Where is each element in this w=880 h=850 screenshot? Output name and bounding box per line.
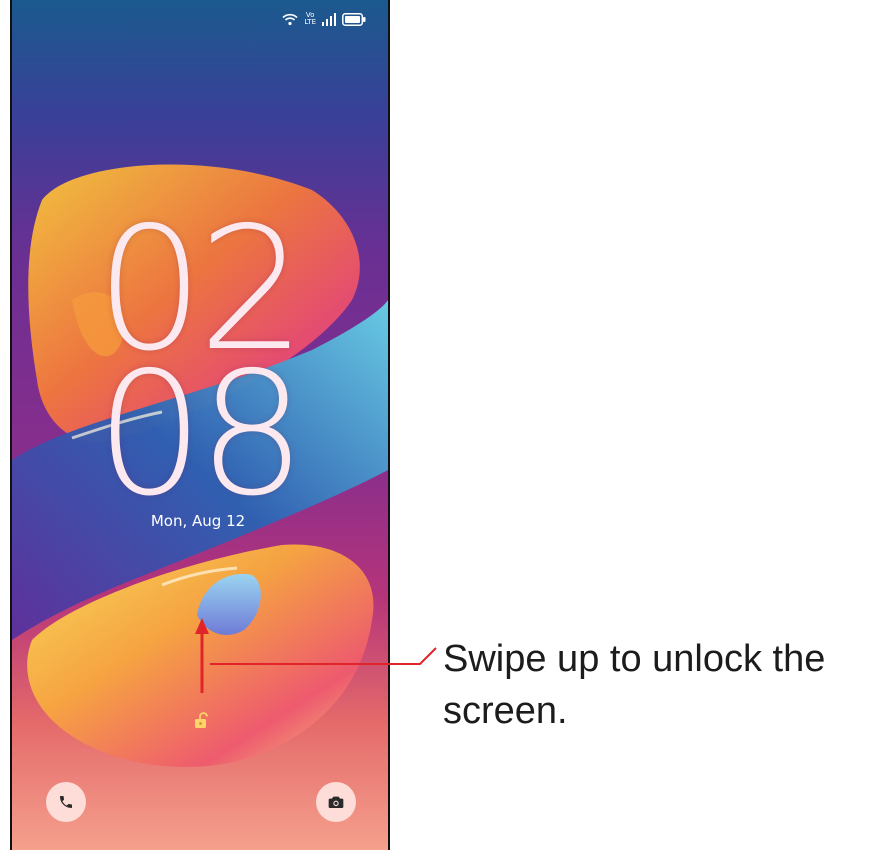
swipe-up-arrowhead bbox=[195, 618, 209, 634]
callout-leader-line bbox=[210, 647, 437, 665]
swipe-instruction-text: Swipe up to unlock the screen. bbox=[443, 638, 826, 732]
